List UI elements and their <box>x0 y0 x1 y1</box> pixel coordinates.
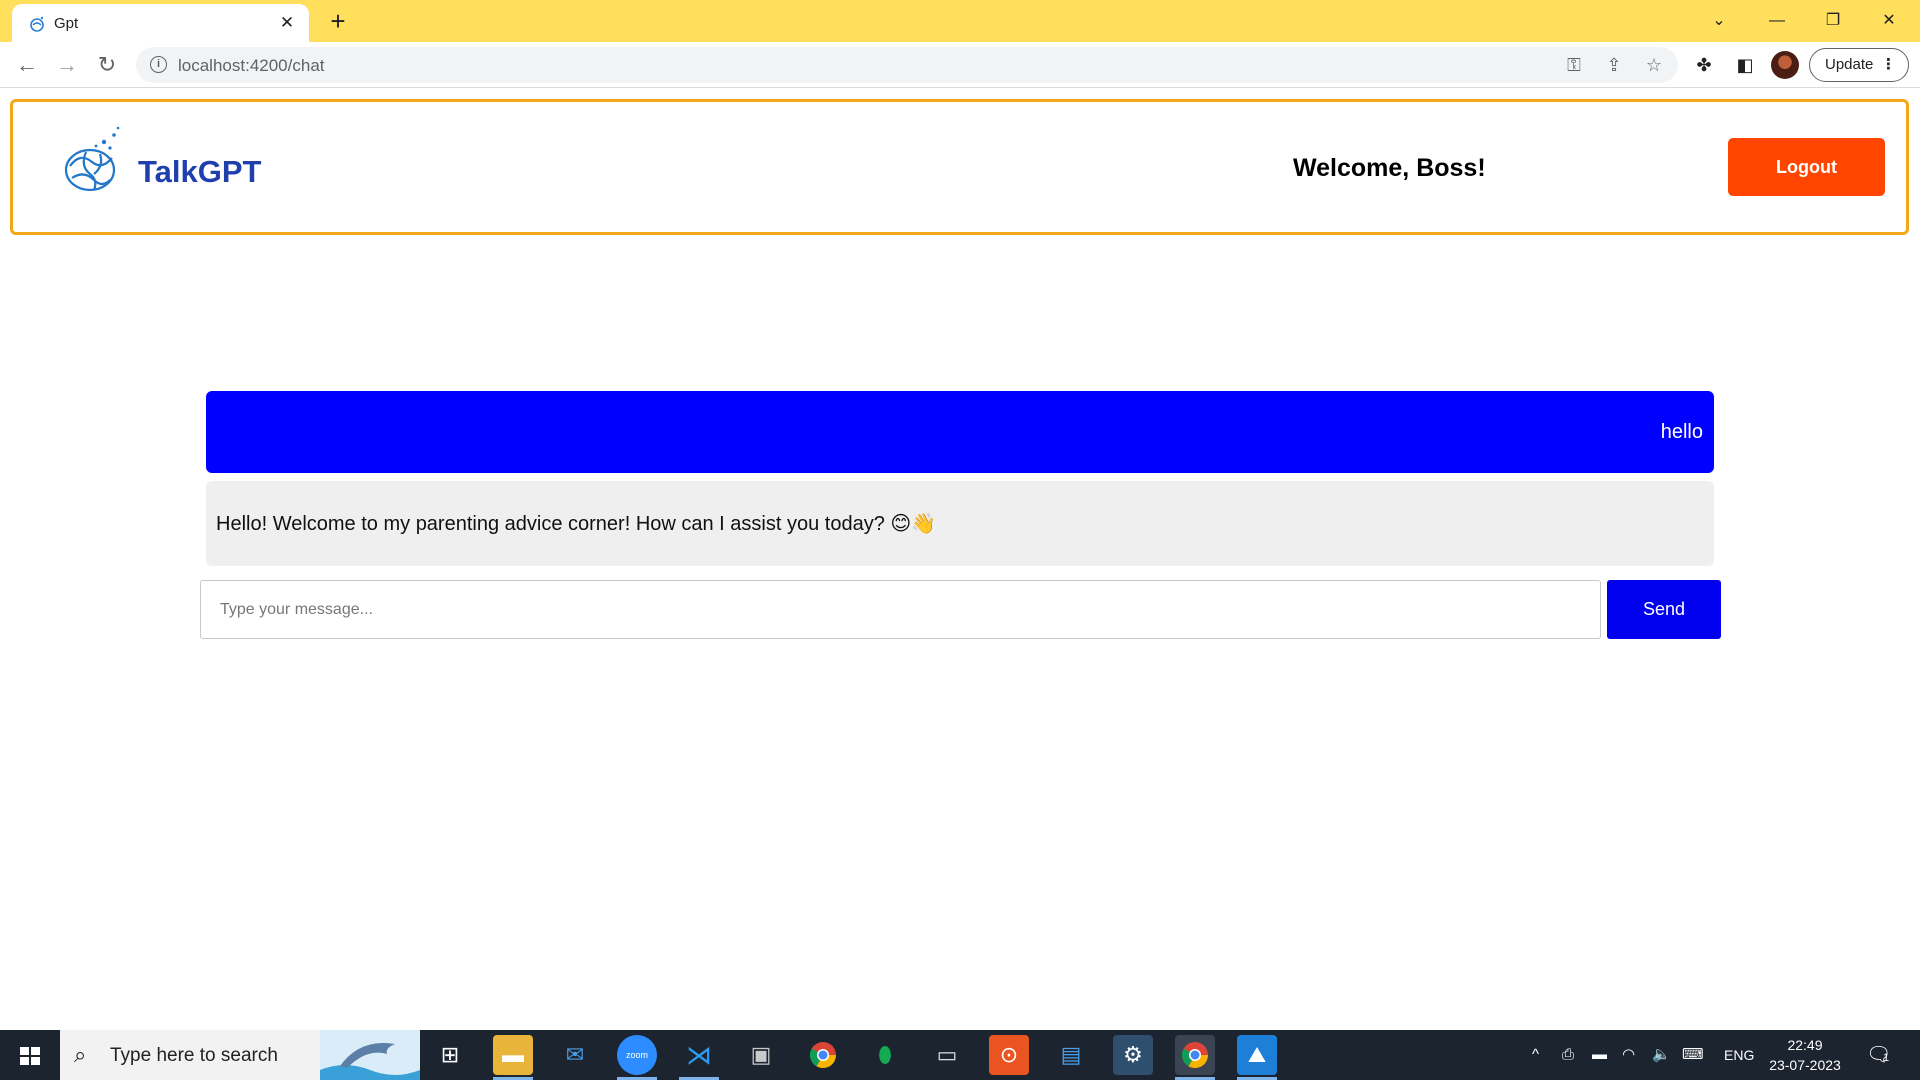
update-label: Update <box>1825 56 1874 73</box>
user-message-bubble: hello <box>206 391 1714 473</box>
bookmark-star-icon[interactable]: ☆ <box>1642 53 1666 77</box>
taskbar-search[interactable]: ⌕ Type here to search <box>60 1030 420 1080</box>
wifi-icon[interactable]: ◠ <box>1622 1045 1635 1065</box>
menu-kebab-icon: ⋮ <box>1881 56 1896 73</box>
zoom-icon[interactable]: zoom <box>617 1035 657 1080</box>
chrome-active-icon[interactable] <box>1175 1035 1215 1080</box>
address-bar[interactable]: i localhost:4200/chat ⚿ ⇪ ☆ <box>136 47 1678 83</box>
extensions-puzzle-icon[interactable]: ✤ <box>1692 53 1716 77</box>
browser-tabstrip: Gpt ✕ + ⌄ — ❐ ✕ <box>0 0 1920 42</box>
mysql-workbench-icon[interactable]: ⚙ <box>1113 1035 1153 1075</box>
clock-date: 23-07-2023 <box>1769 1057 1841 1073</box>
taskbar-search-placeholder: Type here to search <box>110 1045 278 1066</box>
logout-button[interactable]: Logout <box>1728 138 1885 196</box>
chrome-logo-icon <box>809 1042 837 1069</box>
notification-count: 1 <box>1883 1052 1890 1064</box>
photos-app-icon[interactable]: ▣ <box>741 1035 781 1075</box>
share-icon[interactable]: ⇪ <box>1602 53 1626 77</box>
update-button[interactable]: Update ⋮ <box>1809 48 1909 82</box>
keyboard-icon[interactable]: ⌨ <box>1682 1045 1704 1065</box>
brain-favicon-icon <box>30 16 44 32</box>
search-icon: ⌕ <box>74 1042 87 1067</box>
window-app-icon[interactable]: ▤ <box>1051 1035 1091 1075</box>
address-url[interactable]: localhost:4200/chat <box>178 56 325 76</box>
taskbar-clock[interactable]: 22:49 23-07-2023 <box>1760 1035 1850 1075</box>
file-explorer-icon[interactable]: ▬ <box>493 1035 533 1080</box>
site-info-icon[interactable]: i <box>150 56 167 73</box>
battery-icon[interactable]: ▬ <box>1592 1045 1607 1065</box>
language-indicator[interactable]: ENG <box>1724 1045 1754 1065</box>
app-header: TalkGPT Welcome, Boss! Logout <box>10 99 1909 235</box>
notification-center-icon[interactable]: 🗨 1 <box>1866 1042 1896 1070</box>
task-view-icon[interactable]: ⊞ <box>430 1035 470 1075</box>
tab-title: Gpt <box>54 15 79 32</box>
windows-start-icon[interactable] <box>0 1030 60 1080</box>
back-arrow-icon[interactable]: ← <box>11 49 43 81</box>
welcome-message: Welcome, Boss! <box>1293 154 1486 182</box>
mail-icon[interactable]: ✉ <box>555 1035 595 1075</box>
profile-avatar[interactable] <box>1771 51 1799 79</box>
vscode-icon[interactable]: ⋊ <box>679 1035 719 1080</box>
photos-icon[interactable]: ⛰ <box>1237 1035 1277 1080</box>
message-input[interactable] <box>200 580 1601 639</box>
mongodb-icon[interactable]: ⬮ <box>865 1035 905 1075</box>
meet-now-icon[interactable]: ⎙ <box>1562 1045 1574 1065</box>
restore-button[interactable]: ❐ <box>1810 6 1856 36</box>
chrome-logo-icon <box>1181 1042 1209 1069</box>
key-icon[interactable]: ⚿ <box>1562 53 1586 77</box>
brain-logo-icon <box>64 126 120 192</box>
minimize-button[interactable]: — <box>1754 6 1800 36</box>
assistant-message-bubble: Hello! Welcome to my parenting advice co… <box>206 481 1714 566</box>
tab-search-chevron-icon[interactable]: ⌄ <box>1696 6 1742 36</box>
send-button[interactable]: Send <box>1607 580 1721 639</box>
brand-name: TalkGPT <box>138 154 262 189</box>
reload-icon[interactable]: ↻ <box>91 49 123 81</box>
terminal-icon[interactable]: ▭ <box>927 1035 967 1075</box>
tray-chevron-icon[interactable]: ^ <box>1532 1045 1539 1065</box>
browser-toolbar: ← → ↻ i localhost:4200/chat ⚿ ⇪ ☆ ✤ ◧ Up… <box>0 42 1920 88</box>
ubuntu-icon[interactable]: ⊙ <box>989 1035 1029 1075</box>
tab-close-icon[interactable]: ✕ <box>277 13 297 33</box>
clock-time: 22:49 <box>1787 1037 1823 1053</box>
side-panel-icon[interactable]: ◧ <box>1733 53 1757 77</box>
dolphin-search-art-icon <box>320 1030 420 1080</box>
new-tab-button[interactable]: + <box>325 8 351 34</box>
chrome-icon[interactable] <box>803 1035 843 1075</box>
windows-taskbar: ⌕ Type here to search ⊞ ▬ ✉ zoom ⋊ ▣ ⬮ ▭… <box>0 1030 1920 1080</box>
browser-tab[interactable]: Gpt ✕ <box>12 4 309 42</box>
close-window-button[interactable]: ✕ <box>1866 6 1912 36</box>
forward-arrow-icon[interactable]: → <box>51 49 83 81</box>
volume-icon[interactable]: 🔈 <box>1652 1045 1671 1065</box>
